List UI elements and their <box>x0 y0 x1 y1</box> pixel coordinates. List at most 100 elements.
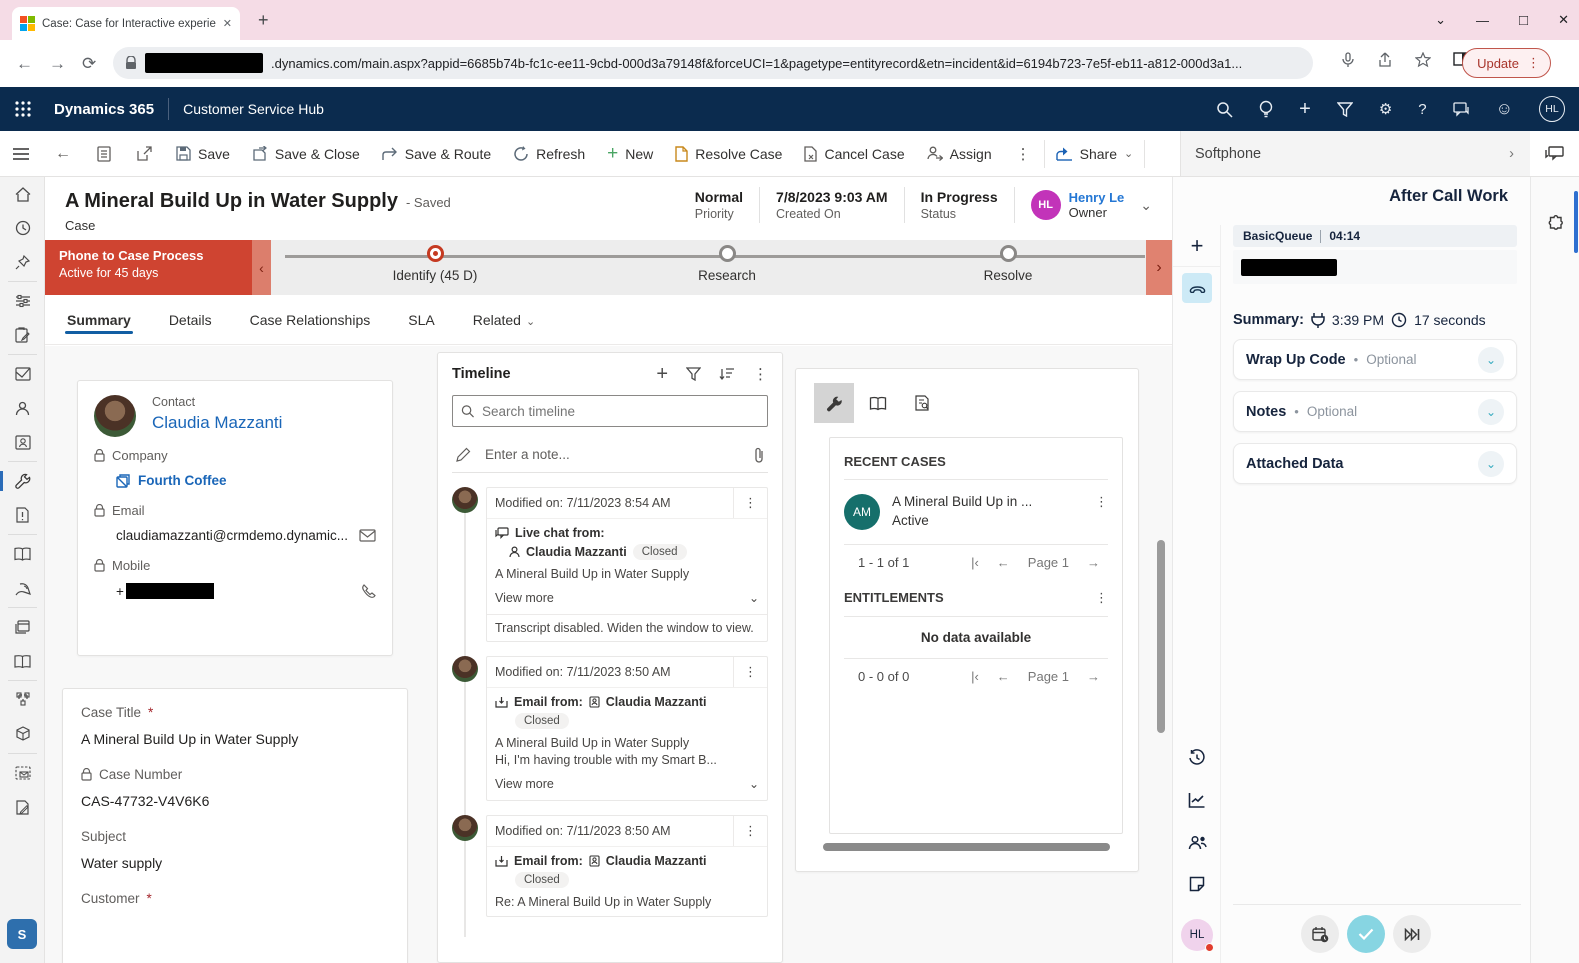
contact-name-link[interactable]: Claudia Mazzanti <box>152 413 376 433</box>
bpf-stage-resolve[interactable]: Resolve <box>958 245 1058 283</box>
window-close-icon[interactable]: ✕ <box>1558 12 1569 28</box>
sidebar-item-knowledge-search[interactable] <box>0 644 45 678</box>
settings-gear-icon[interactable]: ⚙ <box>1379 100 1392 118</box>
address-bar[interactable]: .dynamics.com/main.aspx?appid=6685b74b-f… <box>113 47 1313 79</box>
next-page-icon[interactable]: → <box>1087 555 1100 570</box>
entry-more-icon[interactable]: ⋮ <box>733 488 767 518</box>
paperclip-icon[interactable] <box>754 447 764 463</box>
sidebar-item-mailboxes[interactable] <box>0 756 45 790</box>
popout-icon[interactable] <box>124 131 165 177</box>
app-name[interactable]: Customer Service Hub <box>183 101 324 117</box>
resolve-case-button[interactable]: Resolve Case <box>664 131 793 177</box>
bpf-stage-dot[interactable] <box>719 245 736 262</box>
prev-page-icon[interactable]: ← <box>997 669 1010 684</box>
reload-icon[interactable]: ⟳ <box>82 54 96 74</box>
sidebar-item-articles[interactable] <box>0 610 45 644</box>
search-input[interactable] <box>482 404 759 419</box>
chevron-down-icon[interactable]: ⌄ <box>749 777 759 791</box>
timeline-add-icon[interactable]: + <box>656 367 668 381</box>
timeline-entry[interactable]: Modified on: 7/11/2023 8:50 AM ⋮ Email f… <box>452 656 768 801</box>
insights-chart-icon[interactable] <box>1173 779 1221 821</box>
bpf-stage-identify[interactable]: Identify (45 D) <box>375 245 495 283</box>
command-overflow-icon[interactable]: ⋮ <box>1003 131 1044 177</box>
window-maximize-icon[interactable]: □ <box>1519 12 1528 29</box>
contact-photo-avatar[interactable] <box>94 395 136 437</box>
schedule-followup-button[interactable] <box>1301 915 1339 953</box>
agent-presence-avatar[interactable]: HL <box>1181 919 1213 951</box>
timeline-search-box[interactable] <box>452 395 768 427</box>
chevron-down-icon[interactable]: ⌄ <box>1478 399 1504 425</box>
forward-icon[interactable]: → <box>49 54 66 74</box>
feedback-chat-icon[interactable] <box>1453 102 1470 117</box>
company-link[interactable]: Fourth Coffee <box>116 473 227 488</box>
window-menu-icon[interactable]: ⌄ <box>1435 12 1446 28</box>
tab-similar-cases-wrench[interactable] <box>814 383 854 423</box>
timeline-entry[interactable]: Modified on: 7/11/2023 8:50 AM ⋮ Email f… <box>452 815 768 917</box>
sidebar-item-home[interactable] <box>0 177 45 211</box>
horizontal-scrollbar[interactable] <box>823 843 1110 851</box>
case-number-value[interactable]: CAS-47732-V4V6K6 <box>81 793 389 809</box>
filter-icon[interactable] <box>1337 102 1353 117</box>
assign-button[interactable]: Assign <box>916 131 1003 177</box>
email-value[interactable]: claudiamazzanti@crmdemo.dynamic... <box>116 528 348 543</box>
sidebar-item-products[interactable] <box>0 717 45 751</box>
tab-related[interactable]: Related⌄ <box>471 298 537 342</box>
next-page-icon[interactable]: → <box>1087 669 1100 684</box>
call-phone-icon[interactable] <box>361 584 376 599</box>
notes-accordion[interactable]: Notes • Optional ⌄ <box>1233 391 1517 432</box>
tab-knowledge-search-doc[interactable] <box>902 383 942 423</box>
sidebar-item-dashboards[interactable] <box>0 284 45 318</box>
timeline-sort-icon[interactable] <box>719 367 735 381</box>
tab-summary[interactable]: Summary <box>65 298 133 342</box>
save-and-close-button[interactable]: Save & Close <box>241 131 371 177</box>
tab-case-relationships[interactable]: Case Relationships <box>248 298 373 342</box>
mic-icon[interactable] <box>1341 52 1355 68</box>
new-session-plus-icon[interactable]: + <box>1173 225 1221 267</box>
bpf-stage-dot[interactable] <box>427 245 444 262</box>
nav-back-button[interactable]: ← <box>42 131 84 177</box>
view-more-link[interactable]: View more <box>495 777 554 791</box>
sidebar-item-accounts[interactable] <box>0 391 45 425</box>
skip-acw-button[interactable] <box>1393 915 1431 953</box>
attached-data-accordion[interactable]: Attached Data ⌄ <box>1233 443 1517 484</box>
chevron-down-icon[interactable]: ⌄ <box>1478 451 1504 477</box>
tab-sla[interactable]: SLA <box>406 298 436 342</box>
notes-sticky-icon[interactable] <box>1173 863 1221 905</box>
sidebar-item-pinned[interactable] <box>0 245 45 279</box>
send-email-icon[interactable] <box>359 529 376 542</box>
tab-close-icon[interactable]: ✕ <box>223 17 232 30</box>
new-button[interactable]: + New <box>596 131 664 177</box>
prev-page-icon[interactable]: ← <box>997 555 1010 570</box>
view-more-link[interactable]: View more <box>495 591 554 605</box>
waffle-icon[interactable] <box>14 100 32 118</box>
bpf-stage-research[interactable]: Research <box>677 245 777 283</box>
entry-more-icon[interactable]: ⋮ <box>733 657 767 687</box>
vertical-scrollbar[interactable] <box>1157 540 1165 733</box>
cancel-case-button[interactable]: Cancel Case <box>793 131 915 177</box>
chevron-down-icon[interactable]: ⌄ <box>1478 347 1504 373</box>
sidebar-item-templates[interactable] <box>0 790 45 824</box>
active-call-session-tab[interactable] <box>1173 267 1221 309</box>
sidebar-item-queue-items[interactable] <box>0 498 45 532</box>
sidebar-item-queues[interactable] <box>0 357 45 391</box>
sidebar-item-recent[interactable] <box>0 211 45 245</box>
brand-title[interactable]: Dynamics 365 <box>54 101 154 118</box>
sidebar-item-entitlements[interactable] <box>0 683 45 717</box>
owner-name-link[interactable]: Henry Le <box>1069 190 1125 205</box>
note-entry-row[interactable]: Enter a note... <box>452 437 768 473</box>
recent-case-title[interactable]: A Mineral Build Up in ... <box>892 494 1083 509</box>
bpf-stage-dot[interactable] <box>1000 245 1017 262</box>
bpf-collapse-chevron[interactable]: ‹ <box>252 240 271 295</box>
wrap-up-code-accordion[interactable]: Wrap Up Code • Optional ⌄ <box>1233 339 1517 380</box>
sidebar-item-contacts[interactable] <box>0 425 45 459</box>
sitemap-hamburger-icon[interactable] <box>0 131 42 177</box>
save-and-route-button[interactable]: Save & Route <box>371 131 502 177</box>
sidebar-item-social[interactable] <box>0 571 45 605</box>
recent-case-row[interactable]: AM A Mineral Build Up in ... Active ⋮ <box>830 480 1122 544</box>
complete-acw-button[interactable] <box>1347 915 1385 953</box>
tab-details[interactable]: Details <box>167 298 214 342</box>
smiley-icon[interactable]: ☺ <box>1496 99 1513 119</box>
share-button[interactable]: Share ⌄ <box>1045 131 1145 177</box>
back-icon[interactable]: ← <box>16 54 33 74</box>
subject-value[interactable]: Water supply <box>81 855 389 871</box>
